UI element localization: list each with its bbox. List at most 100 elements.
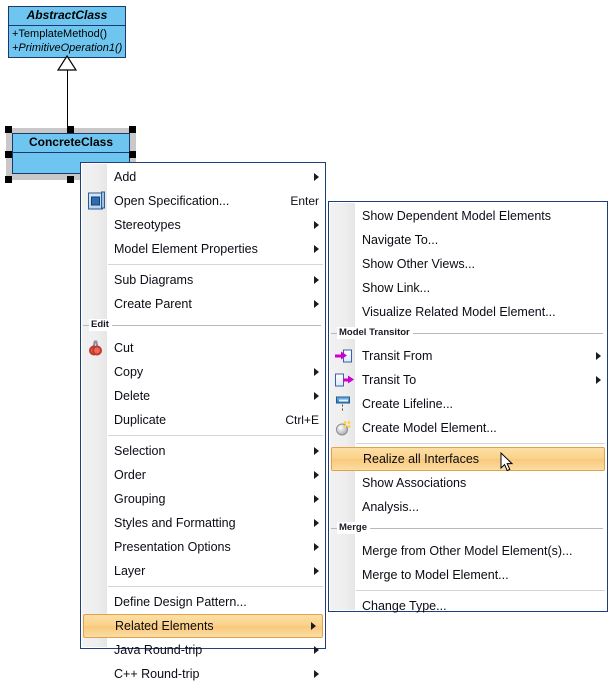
menu-group-line xyxy=(331,528,603,529)
menu-item-label: C++ Round-trip xyxy=(114,667,200,681)
menu-separator xyxy=(356,590,605,591)
menu-item-c-round-trip[interactable]: C++ Round-trip xyxy=(81,662,325,686)
lifeline-icon xyxy=(333,395,352,414)
menu-item-label: Create Model Element... xyxy=(362,421,497,435)
menu-item-label: Transit From xyxy=(362,349,433,363)
menu-item-presentation-options[interactable]: Presentation Options xyxy=(81,535,325,559)
generalization-arrowhead-icon xyxy=(57,55,77,71)
menu-item-selection[interactable]: Selection xyxy=(81,439,325,463)
resize-handle-sw[interactable] xyxy=(5,176,12,183)
submenu-chevron-icon xyxy=(314,447,319,455)
menu-item-label: Analysis... xyxy=(362,500,419,514)
menu-item-grouping[interactable]: Grouping xyxy=(81,487,325,511)
menu-item-visualize-related-model-element[interactable]: Visualize Related Model Element... xyxy=(329,300,607,324)
resize-handle-s[interactable] xyxy=(67,176,74,183)
menu-item-delete[interactable]: Delete xyxy=(81,384,325,408)
menu-item-java-round-trip[interactable]: Java Round-trip xyxy=(81,638,325,662)
submenu-chevron-icon xyxy=(314,670,319,678)
menu-group-edit: Edit xyxy=(81,319,325,334)
menu-item-transit-from[interactable]: Transit From xyxy=(329,344,607,368)
menu-item-define-design-pattern[interactable]: Define Design Pattern... xyxy=(81,590,325,614)
transit-to-icon xyxy=(333,371,354,390)
uml-class-abstract-operations: +TemplateMethod() +PrimitiveOperation1() xyxy=(9,26,125,57)
related-elements-submenu[interactable]: Show Dependent Model Elements Navigate To… xyxy=(328,201,608,613)
uml-class-abstract[interactable]: AbstractClass +TemplateMethod() +Primiti… xyxy=(8,6,126,58)
submenu-chevron-icon xyxy=(314,300,319,308)
submenu-chevron-icon xyxy=(314,368,319,376)
menu-item-stereotypes[interactable]: Stereotypes xyxy=(81,213,325,237)
menu-item-show-link[interactable]: Show Link... xyxy=(329,276,607,300)
submenu-chevron-icon xyxy=(314,543,319,551)
resize-handle-e[interactable] xyxy=(129,151,136,158)
submenu-chevron-icon xyxy=(314,646,319,654)
menu-item-label: Visualize Related Model Element... xyxy=(362,305,556,319)
menu-group-merge: Merge xyxy=(329,522,607,537)
uml-class-concrete-name: ConcreteClass xyxy=(13,134,129,153)
menu-item-transit-to[interactable]: Transit To xyxy=(329,368,607,392)
menu-group-model-transitor: Model Transitor xyxy=(329,327,607,342)
menu-item-show-other-views[interactable]: Show Other Views... xyxy=(329,252,607,276)
menu-item-add[interactable]: Add xyxy=(81,165,325,189)
submenu-chevron-icon xyxy=(596,376,601,384)
menu-separator xyxy=(108,586,323,587)
menu-item-layer[interactable]: Layer xyxy=(81,559,325,583)
menu-item-label: Create Lifeline... xyxy=(362,397,454,411)
mouse-cursor-icon xyxy=(500,452,514,472)
menu-item-cut[interactable]: Cut xyxy=(81,336,325,360)
menu-separator xyxy=(356,443,605,444)
menu-item-navigate-to[interactable]: Navigate To... xyxy=(329,228,607,252)
menu-group-label: Merge xyxy=(337,522,370,534)
menu-item-merge-to-model-element[interactable]: Merge to Model Element... xyxy=(329,563,607,587)
menu-item-analysis[interactable]: Analysis... xyxy=(329,495,607,519)
transit-from-icon xyxy=(333,347,352,366)
menu-item-order[interactable]: Order xyxy=(81,463,325,487)
model-element-icon xyxy=(333,419,352,438)
menu-separator xyxy=(108,264,323,265)
menu-separator xyxy=(108,435,323,436)
menu-item-label: Related Elements xyxy=(115,619,214,633)
menu-item-create-model-element[interactable]: Create Model Element... xyxy=(329,416,607,440)
submenu-chevron-icon xyxy=(311,622,316,630)
context-menu[interactable]: Add Open Specification... Enter Stereotypes… xyxy=(80,162,326,681)
menu-item-create-parent[interactable]: Create Parent xyxy=(81,292,325,316)
submenu-chevron-icon xyxy=(314,519,319,527)
menu-item-show-associations[interactable]: Show Associations xyxy=(329,471,607,495)
menu-item-label: Show Link... xyxy=(362,281,431,295)
menu-item-label: Copy xyxy=(114,365,144,379)
menu-item-shortcut: Ctrl+E xyxy=(285,413,319,427)
menu-item-related-elements[interactable]: Related Elements xyxy=(83,614,323,638)
menu-item-open-specification[interactable]: Open Specification... Enter xyxy=(81,189,325,213)
menu-item-styles-and-formatting[interactable]: Styles and Formatting xyxy=(81,511,325,535)
menu-item-label: Add xyxy=(114,170,137,184)
submenu-chevron-icon xyxy=(314,495,319,503)
resize-handle-n[interactable] xyxy=(67,126,74,133)
submenu-chevron-icon xyxy=(314,567,319,575)
specification-icon xyxy=(85,191,105,211)
uml-operation: +PrimitiveOperation1() xyxy=(12,42,123,54)
menu-item-sub-diagrams[interactable]: Sub Diagrams xyxy=(81,268,325,292)
menu-item-label: Open Specification... xyxy=(114,194,230,208)
resize-handle-w[interactable] xyxy=(5,151,12,158)
submenu-chevron-icon xyxy=(314,471,319,479)
resize-handle-nw[interactable] xyxy=(5,126,12,133)
menu-item-show-dependent-model-elements[interactable]: Show Dependent Model Elements xyxy=(329,204,607,228)
menu-item-merge-from-other-model-element-s[interactable]: Merge from Other Model Element(s)... xyxy=(329,539,607,563)
resize-handle-ne[interactable] xyxy=(129,126,136,133)
related-elements-submenu-items: Show Dependent Model Elements Navigate To… xyxy=(329,202,607,620)
uml-operation: +TemplateMethod() xyxy=(12,28,108,40)
menu-item-label: Cut xyxy=(114,341,134,355)
menu-item-label: Delete xyxy=(114,389,151,403)
menu-item-model-element-properties[interactable]: Model Element Properties xyxy=(81,237,325,261)
menu-item-change-type[interactable]: Change Type... xyxy=(329,594,607,618)
menu-item-copy[interactable]: Copy xyxy=(81,360,325,384)
menu-item-duplicate[interactable]: Duplicate Ctrl+E xyxy=(81,408,325,432)
menu-item-label: Transit To xyxy=(362,373,417,387)
submenu-chevron-icon xyxy=(314,245,319,253)
menu-item-label: Grouping xyxy=(114,492,166,506)
menu-item-create-lifeline[interactable]: Create Lifeline... xyxy=(329,392,607,416)
menu-item-label: Realize all Interfaces xyxy=(363,452,480,466)
submenu-chevron-icon xyxy=(314,392,319,400)
menu-item-label: Selection xyxy=(114,444,166,458)
menu-item-label: Merge from Other Model Element(s)... xyxy=(362,544,573,558)
menu-item-realize-all-interfaces[interactable]: Realize all Interfaces xyxy=(331,447,605,471)
